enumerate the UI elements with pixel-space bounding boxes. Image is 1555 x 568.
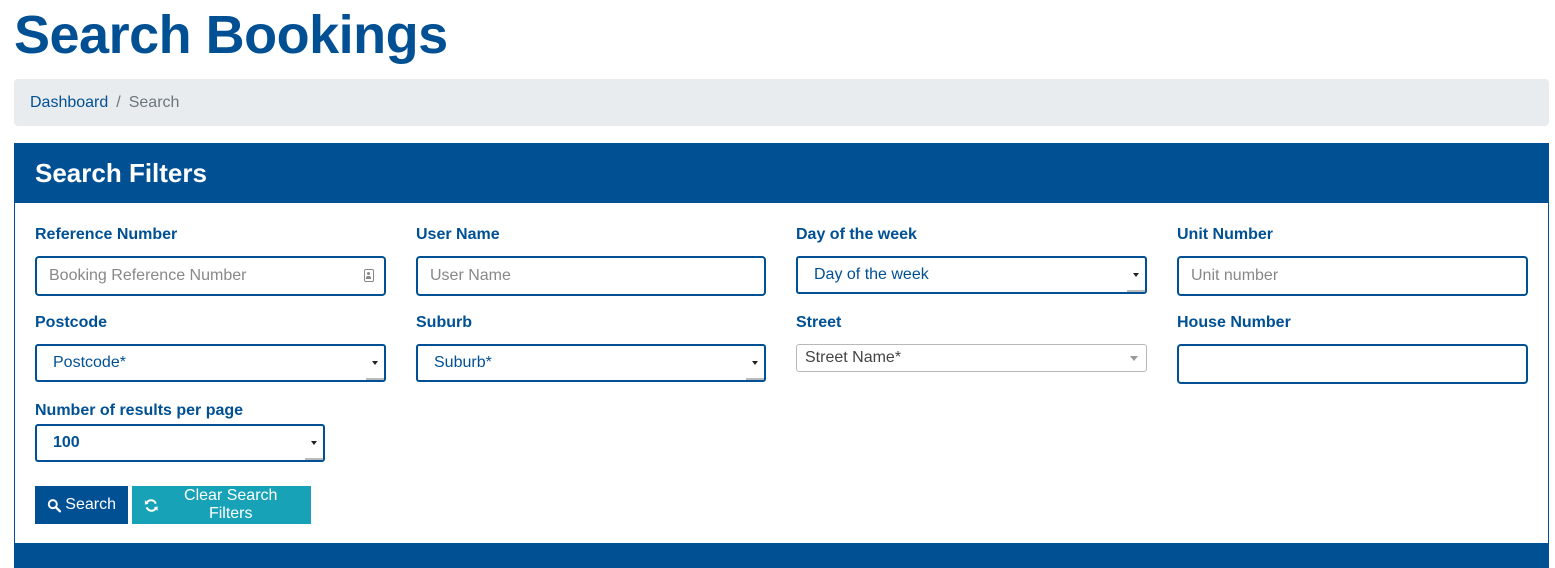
postcode-field: Postcode bbox=[35, 313, 107, 333]
house-number-input[interactable] bbox=[1177, 344, 1528, 384]
results-per-page-value: 100 bbox=[53, 434, 80, 451]
unit-number-label: Unit Number bbox=[1177, 226, 1273, 243]
street-field: Street bbox=[796, 313, 841, 333]
results-per-page-field: Number of results per page bbox=[35, 401, 243, 421]
search-button-label: Search bbox=[65, 496, 116, 513]
house-number-field: House Number bbox=[1177, 313, 1291, 333]
unit-number-field: Unit Number bbox=[1177, 225, 1273, 245]
street-select[interactable]: Street Name* bbox=[796, 344, 1147, 372]
house-number-label: House Number bbox=[1177, 314, 1291, 331]
panel-title: Search Filters bbox=[35, 158, 207, 188]
chevron-down-icon bbox=[1133, 273, 1139, 277]
suburb-label: Suburb bbox=[416, 314, 472, 331]
search-icon bbox=[47, 498, 62, 512]
page-title: Search Bookings bbox=[14, 5, 448, 65]
clear-filters-button-label: Clear Search Filters bbox=[184, 487, 278, 522]
reference-number-input[interactable]: Booking Reference Number bbox=[35, 256, 386, 296]
unit-number-placeholder: Unit number bbox=[1191, 267, 1279, 284]
day-of-week-select[interactable]: Day of the week bbox=[796, 256, 1147, 294]
user-name-placeholder: User Name bbox=[430, 267, 511, 284]
chevron-down-icon bbox=[311, 441, 317, 445]
postcode-select[interactable]: Postcode* bbox=[35, 344, 386, 382]
contact-card-icon bbox=[364, 269, 374, 282]
search-button[interactable]: Search bbox=[35, 486, 128, 524]
day-of-week-value: Day of the week bbox=[814, 266, 929, 283]
unit-number-input[interactable]: Unit number bbox=[1177, 256, 1528, 296]
user-name-label: User Name bbox=[416, 226, 500, 243]
select-corner bbox=[1127, 287, 1145, 292]
select-corner bbox=[305, 455, 323, 460]
breadcrumb-current: Search bbox=[128, 93, 180, 111]
street-label: Street bbox=[796, 314, 842, 331]
day-of-week-label: Day of the week bbox=[796, 226, 917, 243]
suburb-value: Suburb* bbox=[434, 354, 492, 371]
next-panel-header bbox=[14, 543, 1549, 568]
chevron-down-icon bbox=[752, 361, 758, 365]
postcode-label: Postcode bbox=[35, 314, 108, 331]
breadcrumb-dashboard-link[interactable]: Dashboard bbox=[30, 94, 108, 112]
search-filters-panel: Search Filters Reference Number Booking … bbox=[14, 143, 1549, 568]
reference-number-placeholder: Booking Reference Number bbox=[49, 267, 247, 284]
breadcrumb-separator: / bbox=[116, 93, 121, 111]
select-corner bbox=[746, 375, 764, 380]
results-per-page-select[interactable]: 100 bbox=[35, 424, 325, 462]
refresh-icon bbox=[144, 498, 158, 512]
street-value: Street Name* bbox=[805, 349, 902, 366]
panel-header: Search Filters bbox=[15, 144, 1548, 203]
suburb-field: Suburb bbox=[416, 313, 472, 333]
reference-number-label: Reference Number bbox=[35, 226, 178, 243]
day-of-week-field: Day of the week bbox=[796, 225, 917, 245]
select-corner bbox=[366, 375, 384, 380]
breadcrumb: Dashboard / Search bbox=[14, 79, 1549, 126]
suburb-select[interactable]: Suburb* bbox=[416, 344, 766, 382]
chevron-down-icon bbox=[372, 361, 378, 365]
user-name-field: User Name bbox=[416, 225, 500, 245]
reference-number-field: Reference Number bbox=[35, 225, 177, 245]
chevron-down-icon bbox=[1130, 356, 1138, 361]
results-per-page-label: Number of results per page bbox=[35, 402, 244, 419]
postcode-value: Postcode* bbox=[53, 354, 126, 371]
user-name-input[interactable]: User Name bbox=[416, 256, 766, 296]
clear-filters-button[interactable]: Clear Search Filters bbox=[132, 486, 311, 524]
